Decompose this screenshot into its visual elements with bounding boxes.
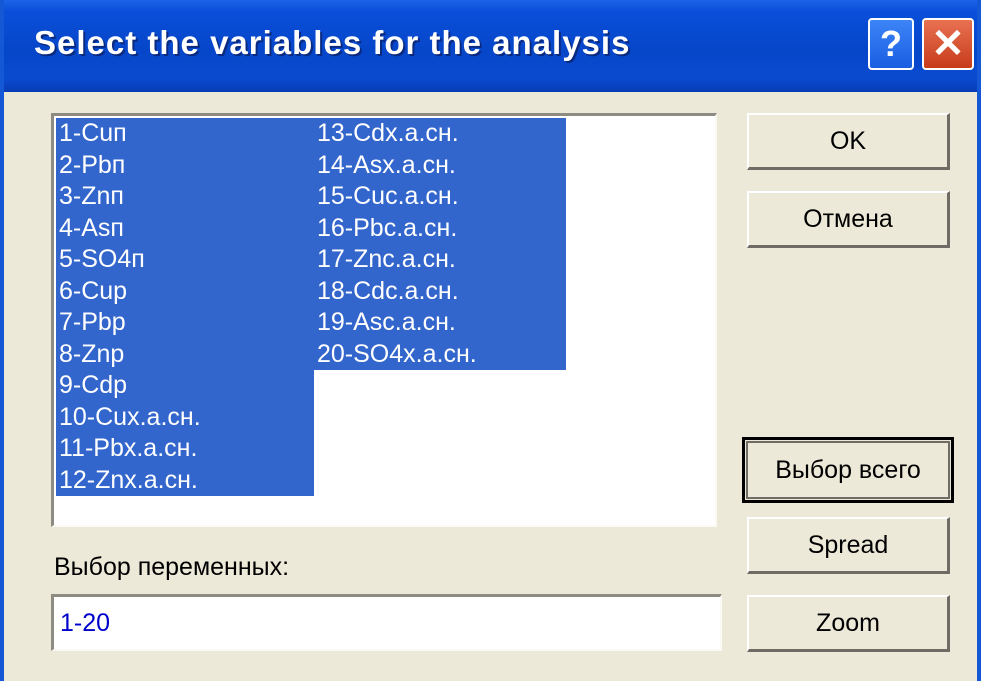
ok-button[interactable]: OK — [747, 113, 950, 170]
list-item[interactable]: 1-Cuп — [56, 118, 314, 150]
list-item[interactable]: 6-Cup — [56, 276, 314, 308]
zoom-button[interactable]: Zoom — [747, 595, 950, 652]
list-item[interactable]: 19-Asc.a.сн. — [314, 307, 566, 339]
list-item[interactable]: 15-Cuc.a.сн. — [314, 181, 566, 213]
list-item[interactable]: 10-Cux.a.сн. — [56, 402, 314, 434]
select-all-button[interactable]: Выбор всего — [742, 437, 954, 503]
close-button[interactable]: ✕ — [922, 18, 974, 70]
list-item[interactable]: 16-Pbc.a.сн. — [314, 213, 566, 245]
list-item[interactable]: 12-Znx.a.сн. — [56, 465, 314, 497]
title-bar[interactable]: Select the variables for the analysis ? … — [4, 0, 977, 92]
list-item[interactable]: 11-Pbx.a.сн. — [56, 433, 314, 465]
close-icon: ✕ — [931, 22, 965, 66]
list-item[interactable]: 7-Pbp — [56, 307, 314, 339]
selection-label: Выбор переменных: — [54, 553, 290, 581]
selection-input[interactable] — [51, 594, 722, 651]
list-item[interactable]: 17-Znc.a.сн. — [314, 244, 566, 276]
list-item[interactable]: 4-Asп — [56, 213, 314, 245]
list-item[interactable]: 18-Cdc.a.сн. — [314, 276, 566, 308]
variables-column-2: 13-Cdx.a.сн. 14-Asx.a.сн. 15-Cuc.a.сн. 1… — [314, 118, 566, 370]
variables-column-1: 1-Cuп 2-Pbп 3-Znп 4-Asп 5-SO4п 6-Cup 7-P… — [56, 118, 314, 496]
list-item[interactable]: 5-SO4п — [56, 244, 314, 276]
spread-button[interactable]: Spread — [747, 517, 950, 574]
dialog-title: Select the variables for the analysis — [34, 24, 631, 61]
help-button[interactable]: ? — [868, 18, 914, 70]
list-item[interactable]: 3-Znп — [56, 181, 314, 213]
list-item[interactable]: 14-Asx.a.сн. — [314, 150, 566, 182]
list-item[interactable]: 2-Pbп — [56, 150, 314, 182]
variables-listbox[interactable]: 1-Cuп 2-Pbп 3-Znп 4-Asп 5-SO4п 6-Cup 7-P… — [51, 113, 717, 527]
list-item[interactable]: 8-Znp — [56, 339, 314, 371]
dialog-window: Select the variables for the analysis ? … — [0, 0, 981, 681]
list-item[interactable]: 9-Cdp — [56, 370, 314, 402]
help-icon: ? — [880, 23, 902, 64]
list-item[interactable]: 13-Cdx.a.сн. — [314, 118, 566, 150]
list-item[interactable]: 20-SO4x.a.сн. — [314, 339, 566, 371]
cancel-button[interactable]: Отмена — [747, 191, 950, 248]
